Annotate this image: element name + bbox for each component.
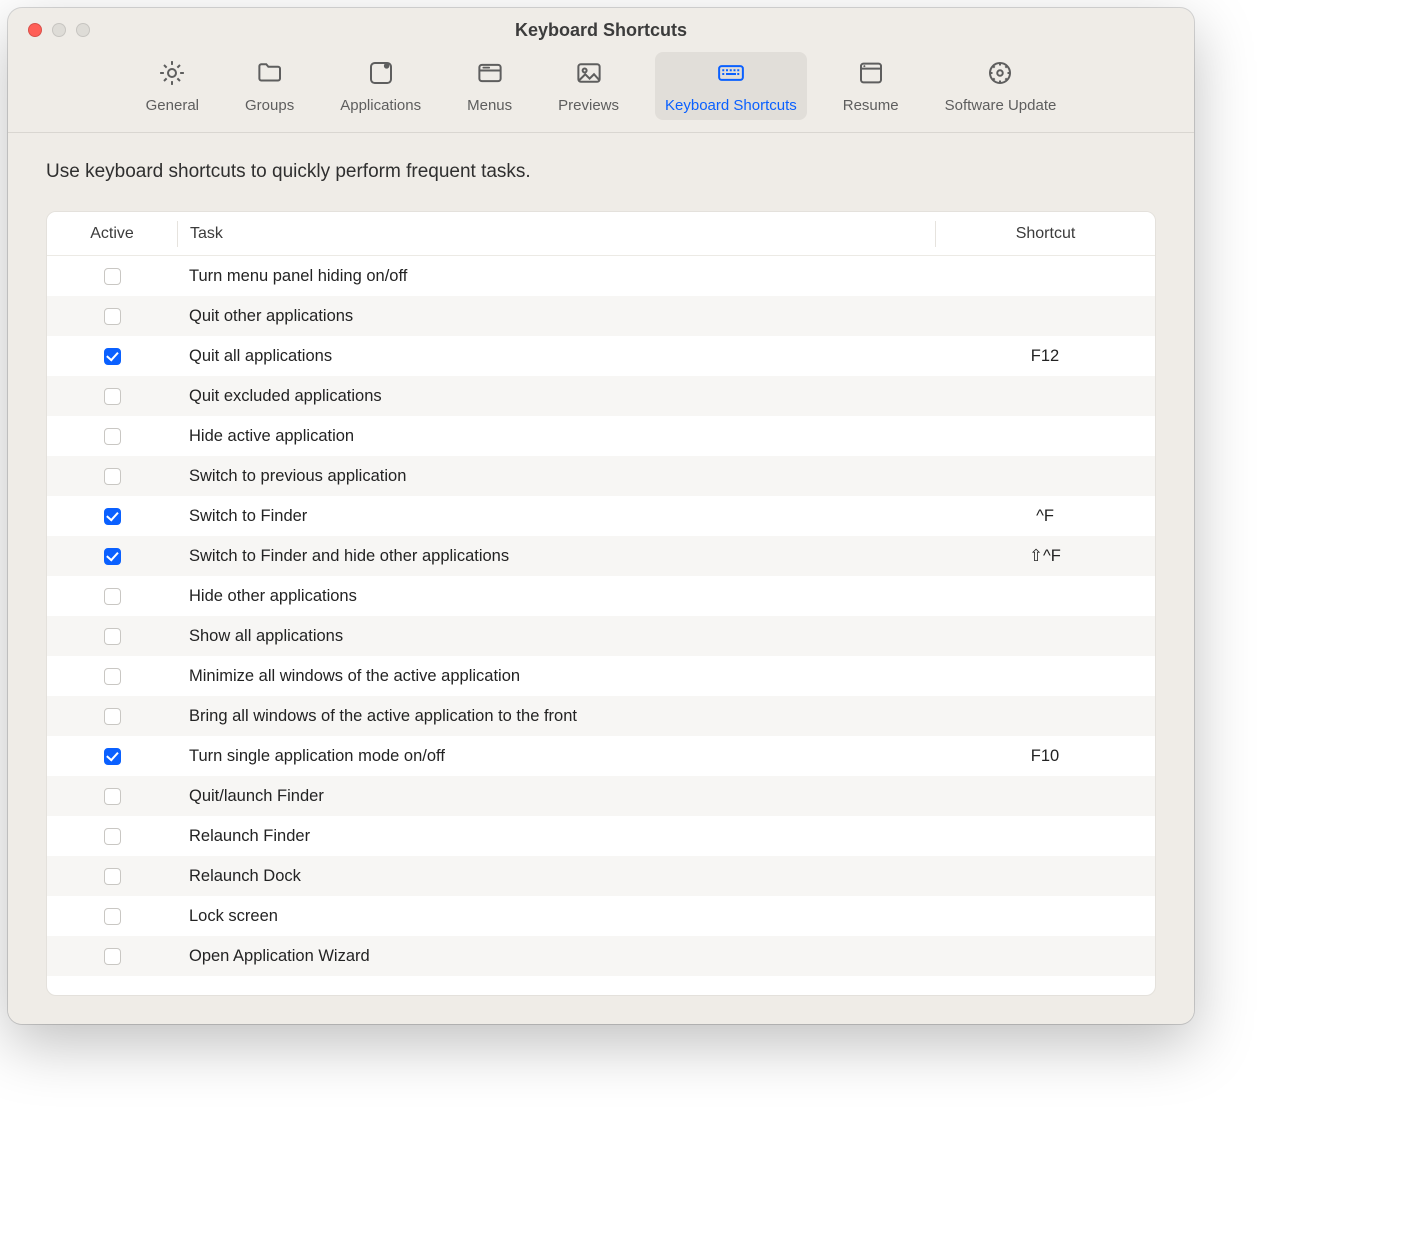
table-row[interactable]: Minimize all windows of the active appli…: [47, 656, 1155, 696]
active-checkbox[interactable]: [104, 828, 121, 845]
task-cell: Quit other applications: [177, 307, 935, 326]
toolbar-tab-groups[interactable]: Groups: [235, 52, 304, 120]
update-icon: [983, 58, 1017, 93]
shortcut-cell[interactable]: ⇧^F: [935, 546, 1155, 566]
task-cell: Bring all windows of the active applicat…: [177, 707, 935, 726]
window-title: Keyboard Shortcuts: [8, 20, 1194, 41]
task-cell: Switch to Finder: [177, 507, 935, 526]
toolbar-tab-label: Groups: [245, 97, 294, 114]
active-checkbox[interactable]: [104, 468, 121, 485]
preferences-toolbar: General Groups Applications Menus Previews Ke…: [8, 52, 1194, 133]
active-checkbox[interactable]: [104, 708, 121, 725]
groups-icon: [253, 58, 287, 93]
table-row[interactable]: Turn menu panel hiding on/off: [47, 256, 1155, 296]
table-row[interactable]: Quit/launch Finder: [47, 776, 1155, 816]
active-checkbox[interactable]: [104, 748, 121, 765]
task-cell: Lock screen: [177, 907, 935, 926]
active-checkbox[interactable]: [104, 588, 121, 605]
table-row[interactable]: Open Application Wizard: [47, 936, 1155, 976]
active-checkbox[interactable]: [104, 908, 121, 925]
table-row[interactable]: Hide other applications: [47, 576, 1155, 616]
table-row[interactable]: Bring all windows of the active applicat…: [47, 696, 1155, 736]
toolbar-tab-resume[interactable]: Resume: [833, 52, 909, 120]
toolbar-tab-keyboard[interactable]: Keyboard Shortcuts: [655, 52, 807, 120]
toolbar-tab-label: Software Update: [945, 97, 1057, 114]
titlebar: Keyboard Shortcuts: [8, 8, 1194, 52]
task-cell: Open Application Wizard: [177, 947, 935, 966]
active-checkbox[interactable]: [104, 388, 121, 405]
task-cell: Switch to previous application: [177, 467, 935, 486]
table-row[interactable]: Relaunch Dock: [47, 856, 1155, 896]
toolbar-tab-previews[interactable]: Previews: [548, 52, 629, 120]
task-cell: Show all applications: [177, 627, 935, 646]
toolbar-tab-label: Resume: [843, 97, 899, 114]
keyboard-icon: [714, 58, 748, 93]
task-cell: Quit excluded applications: [177, 387, 935, 406]
active-checkbox[interactable]: [104, 308, 121, 325]
close-window[interactable]: [28, 23, 42, 37]
table-row[interactable]: Switch to Finder^F: [47, 496, 1155, 536]
table-row[interactable]: Lock screen: [47, 896, 1155, 936]
table-header: Active Task Shortcut: [47, 212, 1155, 256]
toolbar-tab-label: Menus: [467, 97, 512, 114]
table-row[interactable]: Hide active application: [47, 416, 1155, 456]
toolbar-tab-apps[interactable]: Applications: [330, 52, 431, 120]
table-row[interactable]: Quit excluded applications: [47, 376, 1155, 416]
table-row[interactable]: Show all applications: [47, 616, 1155, 656]
minimize-window[interactable]: [52, 23, 66, 37]
task-cell: Relaunch Finder: [177, 827, 935, 846]
table-row[interactable]: Switch to previous application: [47, 456, 1155, 496]
active-checkbox[interactable]: [104, 668, 121, 685]
toolbar-tab-general[interactable]: General: [136, 52, 209, 120]
active-checkbox[interactable]: [104, 788, 121, 805]
active-checkbox[interactable]: [104, 868, 121, 885]
column-header-active[interactable]: Active: [47, 221, 177, 247]
active-checkbox[interactable]: [104, 268, 121, 285]
table-row[interactable]: Quit other applications: [47, 296, 1155, 336]
toolbar-tab-update[interactable]: Software Update: [935, 52, 1067, 120]
active-checkbox[interactable]: [104, 948, 121, 965]
intro-text: Use keyboard shortcuts to quickly perfor…: [46, 161, 1156, 183]
table-row[interactable]: Switch to Finder and hide other applicat…: [47, 536, 1155, 576]
active-checkbox[interactable]: [104, 548, 121, 565]
task-cell: Switch to Finder and hide other applicat…: [177, 547, 935, 566]
active-checkbox[interactable]: [104, 508, 121, 525]
shortcut-cell[interactable]: F10: [935, 747, 1155, 766]
active-checkbox[interactable]: [104, 428, 121, 445]
toolbar-tab-label: General: [146, 97, 199, 114]
task-cell: Turn single application mode on/off: [177, 747, 935, 766]
shortcut-cell[interactable]: ^F: [935, 507, 1155, 526]
toolbar-tab-label: Keyboard Shortcuts: [665, 97, 797, 114]
shortcuts-table: Active Task Shortcut Turn menu panel hid…: [46, 211, 1156, 996]
traffic-lights: [8, 23, 90, 37]
content-pane: Use keyboard shortcuts to quickly perfor…: [8, 133, 1194, 1024]
task-cell: Turn menu panel hiding on/off: [177, 267, 935, 286]
task-cell: Minimize all windows of the active appli…: [177, 667, 935, 686]
toolbar-tab-label: Applications: [340, 97, 421, 114]
resume-icon: [854, 58, 888, 93]
previews-icon: [572, 58, 606, 93]
table-row[interactable]: Quit all applicationsF12: [47, 336, 1155, 376]
task-cell: Quit all applications: [177, 347, 935, 366]
table-row[interactable]: Relaunch Finder: [47, 816, 1155, 856]
column-header-task[interactable]: Task: [177, 221, 935, 247]
general-icon: [155, 58, 189, 93]
shortcut-cell[interactable]: F12: [935, 347, 1155, 366]
table-row[interactable]: Turn single application mode on/offF10: [47, 736, 1155, 776]
task-cell: Quit/launch Finder: [177, 787, 935, 806]
preferences-window: Keyboard Shortcuts General Groups Applicat…: [8, 8, 1194, 1024]
toolbar-tab-menus[interactable]: Menus: [457, 52, 522, 120]
table-body: Turn menu panel hiding on/off Quit other …: [47, 256, 1155, 995]
task-cell: Relaunch Dock: [177, 867, 935, 886]
task-cell: Hide active application: [177, 427, 935, 446]
toolbar-tab-label: Previews: [558, 97, 619, 114]
apps-icon: [364, 58, 398, 93]
menus-icon: [473, 58, 507, 93]
column-header-shortcut[interactable]: Shortcut: [935, 221, 1155, 247]
active-checkbox[interactable]: [104, 628, 121, 645]
active-checkbox[interactable]: [104, 348, 121, 365]
task-cell: Hide other applications: [177, 587, 935, 606]
zoom-window[interactable]: [76, 23, 90, 37]
